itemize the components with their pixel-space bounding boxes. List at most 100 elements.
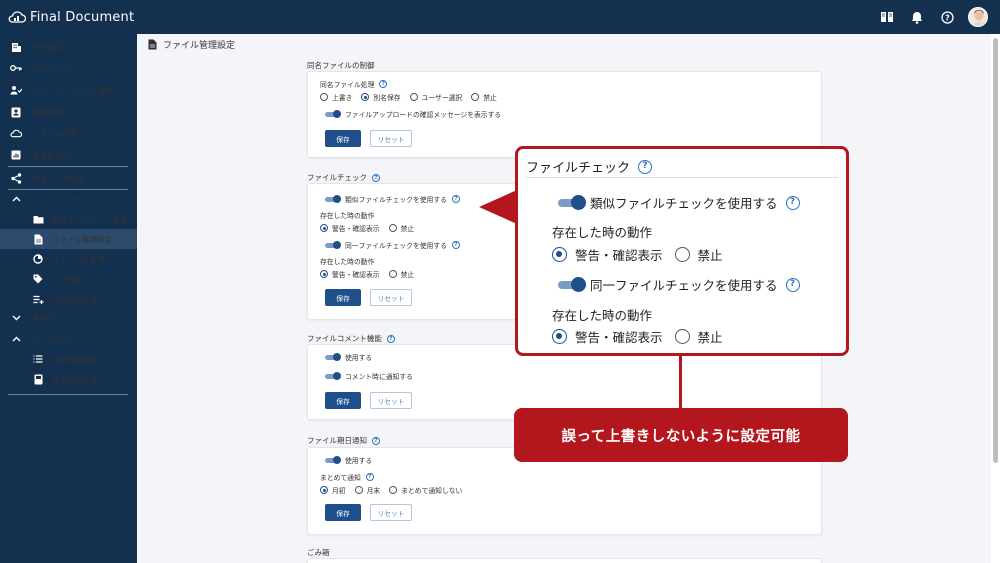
help-icon: ?: [785, 277, 800, 292]
chevron-up-icon: [10, 193, 22, 205]
similar-check-toggle[interactable]: [325, 195, 341, 203]
comment-use-toggle-row: 使用する: [325, 352, 372, 362]
toggle-icon: [558, 276, 586, 292]
help-icon: ?: [785, 195, 800, 210]
app-logo[interactable]: Final Document: [8, 10, 134, 25]
reset-button[interactable]: リセット: [370, 504, 412, 521]
file-icon: [148, 39, 157, 50]
radio-prohibit[interactable]: 禁止: [471, 92, 497, 102]
sidebar-item-position[interactable]: 役職管理: [0, 102, 137, 122]
same-check-toggle[interactable]: [325, 241, 341, 249]
section-title-deadline: ファイル期日通知?: [307, 435, 380, 446]
upload-confirm-toggle-row: ファイルアップロードの確認メッセージを表示する: [325, 109, 501, 119]
book-icon: [32, 373, 44, 385]
sidebar-item-system-link[interactable]: システム連携: [0, 123, 137, 143]
zoom-title: ファイルチェック?: [526, 157, 653, 176]
similar-check-toggle-row: 類似ファイルチェックを使用する?: [325, 194, 460, 204]
help-icon[interactable]: ?: [451, 241, 460, 249]
radio-prohibit[interactable]: 禁止: [388, 223, 414, 233]
sidebar-item-admin-log[interactable]: 管理者ログ: [0, 145, 137, 165]
save-button[interactable]: 保存: [325, 130, 361, 147]
sidebar-item-workflow[interactable]: ワークフロー: [0, 329, 137, 349]
sidebar-item-storage[interactable]: ストレージ管理: [0, 249, 137, 269]
key-icon: [10, 62, 22, 74]
list-icon: [32, 353, 44, 365]
sidebar-item-file-cabinet[interactable]: ファイル・キャビネット: [0, 189, 137, 209]
list-add-icon: [32, 293, 44, 305]
same-action-radio-group: 警告・確認表示 禁止: [320, 269, 423, 279]
chevron-up-icon: [10, 333, 22, 345]
tag-icon: [32, 273, 44, 285]
radio-icon: [674, 329, 690, 344]
sidebar-item-group-user[interactable]: グループ・ユーザー管理: [0, 80, 137, 100]
zoom-similar-toggle-row: 類似ファイルチェックを使用する?: [558, 193, 800, 212]
radio-prohibit[interactable]: 禁止: [388, 269, 414, 279]
help-icon: ?: [638, 159, 653, 174]
radio-user-select[interactable]: ユーザー選択: [409, 92, 462, 102]
comment-notify-toggle[interactable]: [325, 372, 341, 380]
radio-icon: [674, 247, 690, 262]
folder-icon: [32, 213, 44, 225]
cloud-logo-icon: [8, 11, 26, 23]
comment-use-toggle[interactable]: [325, 353, 341, 361]
save-button[interactable]: 保存: [325, 289, 361, 306]
save-button[interactable]: 保存: [325, 504, 361, 521]
reset-button[interactable]: リセット: [370, 130, 412, 147]
user-avatar[interactable]: [968, 7, 988, 27]
help-icon[interactable]: ?: [386, 334, 395, 343]
badge-icon: [10, 106, 22, 118]
scrollbar[interactable]: [991, 34, 1000, 563]
action-label: 存在した時の動作: [320, 212, 375, 220]
svg-text:?: ?: [945, 13, 950, 22]
section-title-same-name: 同名ファイルの制御: [307, 61, 375, 70]
help-icon[interactable]: ?: [372, 436, 380, 445]
zoom-action-radio-group: 警告・確認表示 禁止: [552, 245, 735, 264]
sidebar-divider: [8, 166, 128, 167]
page-title: ファイル管理設定: [148, 38, 235, 51]
radio-warn[interactable]: 警告・確認表示: [320, 223, 380, 233]
reset-button[interactable]: リセット: [370, 289, 412, 306]
zoom-action-radio-group: 警告・確認表示 禁止: [552, 327, 735, 346]
sidebar-item-share-link[interactable]: 共有リンク設定: [0, 168, 137, 188]
callout-connector: [679, 355, 682, 408]
reset-button[interactable]: リセット: [370, 392, 412, 409]
radio-save-as[interactable]: 別名保存: [361, 92, 401, 102]
bell-icon[interactable]: [908, 8, 926, 26]
share-icon: [10, 172, 22, 184]
file-icon: [32, 233, 44, 245]
callout-banner: 誤って上書きしないように設定可能: [514, 408, 848, 462]
sidebar-item-e-book-law[interactable]: 電帳法: [0, 308, 137, 328]
help-icon[interactable]: ?: [379, 80, 388, 88]
sidebar-item-shared-cabinet[interactable]: 共有キャビネット管理: [0, 209, 137, 229]
scrollbar-thumb[interactable]: [993, 38, 998, 463]
sidebar-item-security[interactable]: セキュリティ: [0, 58, 137, 78]
manual-book-icon[interactable]: [878, 8, 896, 26]
sidebar-item-additional-info[interactable]: 付加情報管理: [0, 289, 137, 309]
sidebar-item-company[interactable]: 会社設定: [0, 37, 137, 57]
deadline-use-toggle[interactable]: [325, 456, 341, 464]
help-icon[interactable]: ?: [365, 473, 374, 481]
card-trash: [307, 558, 822, 563]
section-title-trash: ごみ箱: [307, 548, 330, 557]
radio-overwrite[interactable]: 上書き: [320, 92, 352, 102]
top-bar: Final Document ?: [0, 0, 1000, 34]
help-icon[interactable]: ?: [372, 173, 380, 182]
sidebar-item-tag[interactable]: タグ管理: [0, 269, 137, 289]
sidebar-item-file-settings[interactable]: ファイル管理設定: [0, 229, 137, 249]
group-notify-label: まとめて通知?: [320, 472, 374, 482]
sidebar-item-doc-type[interactable]: 文書種別管理: [0, 369, 137, 389]
help-icon[interactable]: ?: [938, 8, 956, 26]
sidebar-item-custom-fields[interactable]: 任意項目管理: [0, 349, 137, 369]
section-title-comment: ファイルコメント機能?: [307, 333, 395, 344]
radio-warn[interactable]: 警告・確認表示: [320, 269, 380, 279]
same-name-process-label: 同名ファイル処理?: [320, 79, 388, 89]
radio-month-start[interactable]: 月初: [320, 485, 346, 495]
building-icon: [10, 41, 22, 53]
save-button[interactable]: 保存: [325, 392, 361, 409]
help-icon[interactable]: ?: [451, 195, 460, 203]
toggle-icon: [558, 194, 586, 210]
upload-confirm-toggle[interactable]: [325, 110, 341, 118]
cloud-icon: [10, 127, 22, 139]
radio-month-end[interactable]: 月末: [354, 485, 380, 495]
radio-no-group[interactable]: まとめて通知しない: [389, 485, 462, 495]
